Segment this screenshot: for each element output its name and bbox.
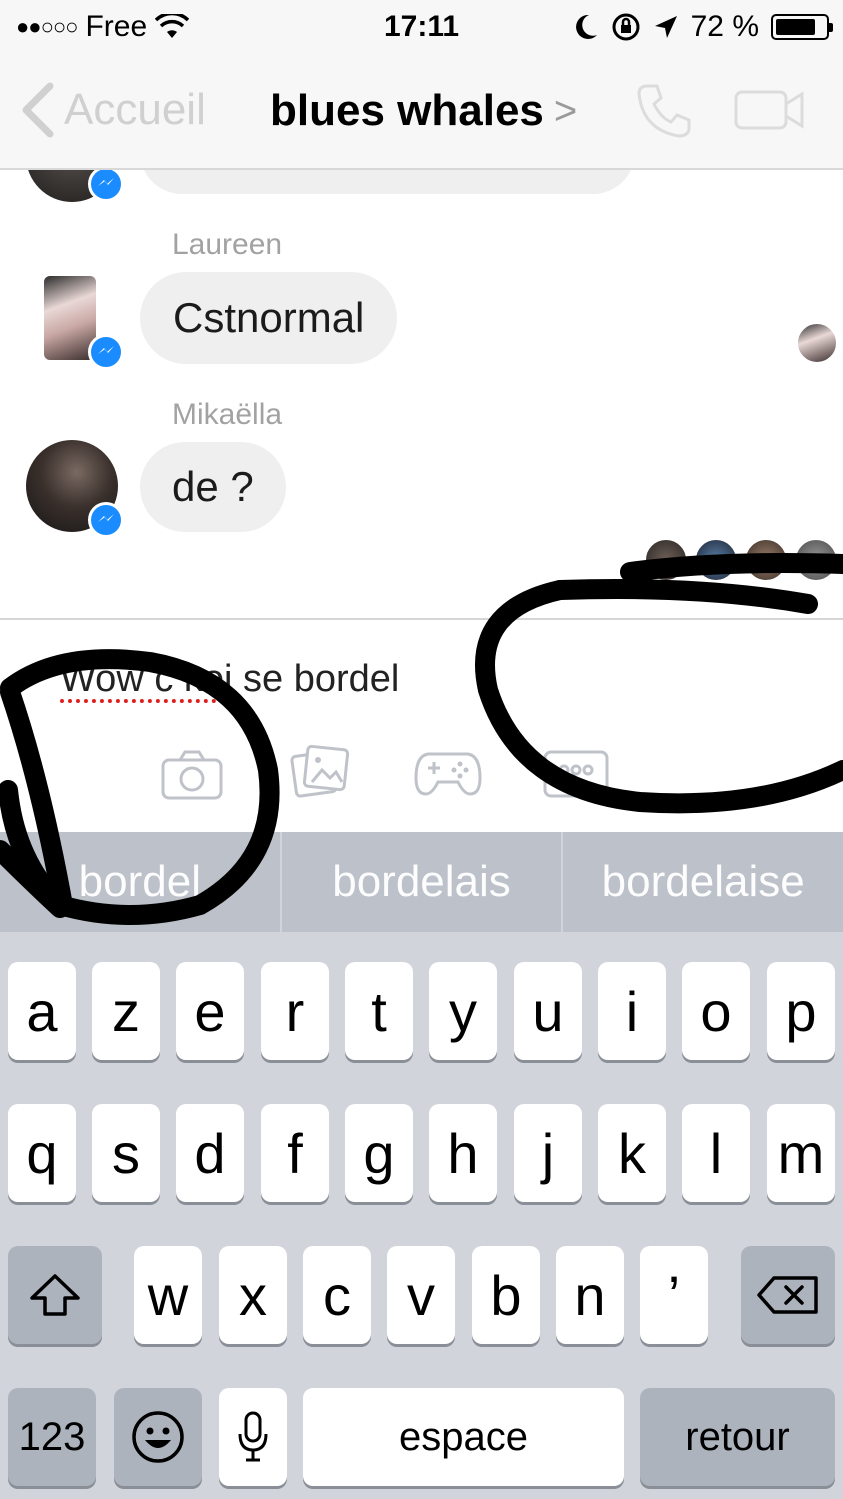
battery-percentage: 72 % xyxy=(690,10,759,43)
key-c[interactable]: c xyxy=(303,1246,371,1344)
video-camera-icon[interactable] xyxy=(734,88,806,132)
return-key[interactable]: retour xyxy=(640,1388,835,1486)
misspelled-text: Wow c koi xyxy=(60,658,233,700)
messenger-badge-icon xyxy=(88,334,124,370)
message-bubble[interactable]: Cstnormal xyxy=(140,272,398,364)
sender-name: Laureen xyxy=(172,228,283,261)
key-apostrophe[interactable]: ’ xyxy=(640,1246,708,1344)
key-j[interactable]: j xyxy=(514,1104,582,1202)
message-bubble[interactable]: de ? xyxy=(140,442,286,532)
backspace-icon xyxy=(757,1276,818,1314)
messenger-badge-icon xyxy=(88,170,124,202)
key-e[interactable]: e xyxy=(176,962,244,1060)
rotation-lock-icon xyxy=(612,13,640,41)
key-h[interactable]: h xyxy=(429,1104,497,1202)
key-z[interactable]: z xyxy=(92,962,160,1060)
input-text: se bordel xyxy=(232,658,400,700)
key-u[interactable]: u xyxy=(514,962,582,1060)
key-y[interactable]: y xyxy=(429,962,497,1060)
read-receipt-avatar xyxy=(796,322,838,364)
location-arrow-icon xyxy=(654,16,677,38)
more-icon[interactable] xyxy=(542,748,610,800)
chevron-right-icon: > xyxy=(553,88,578,133)
suggestion-bordelais[interactable]: bordelais xyxy=(282,832,564,932)
message-composer[interactable]: Wow c koi se bordel xyxy=(0,618,843,832)
read-receipt-avatar xyxy=(794,538,838,582)
messenger-badge-icon xyxy=(88,502,124,538)
read-receipt-avatar xyxy=(694,538,738,582)
key-o[interactable]: o xyxy=(682,962,750,1060)
microphone-icon xyxy=(238,1411,268,1462)
message-text: Cstnormal xyxy=(173,294,365,341)
autocorrect-bar: bordel bordelais bordelaise xyxy=(0,832,843,932)
battery-icon xyxy=(771,14,833,40)
key-k[interactable]: k xyxy=(598,1104,666,1202)
key-t[interactable]: t xyxy=(345,962,413,1060)
key-l[interactable]: l xyxy=(682,1104,750,1202)
read-receipt-avatar xyxy=(644,538,688,582)
key-q[interactable]: q xyxy=(8,1104,76,1202)
key-b[interactable]: b xyxy=(472,1246,540,1344)
moon-icon xyxy=(575,14,597,39)
conversation-title-button[interactable]: blues whales > xyxy=(270,86,577,136)
key-x[interactable]: x xyxy=(219,1246,287,1344)
backspace-key[interactable] xyxy=(741,1246,835,1344)
message-bubble-partial[interactable] xyxy=(140,170,635,194)
key-a[interactable]: a xyxy=(8,962,76,1060)
key-m[interactable]: m xyxy=(767,1104,835,1202)
dictation-key[interactable] xyxy=(219,1388,287,1486)
conversation-title: blues whales xyxy=(270,86,544,135)
message-thread[interactable]: Laureen Cstnormal Mikaëlla de ? xyxy=(0,170,843,618)
message-input[interactable]: Wow c koi se bordel xyxy=(60,658,399,701)
key-r[interactable]: r xyxy=(261,962,329,1060)
chevron-left-icon xyxy=(22,82,54,138)
space-key[interactable]: espace xyxy=(303,1388,624,1486)
key-f[interactable]: f xyxy=(261,1104,329,1202)
message-text: de ? xyxy=(172,463,254,510)
shift-arrow-icon xyxy=(30,1274,80,1316)
read-receipt-avatar xyxy=(744,538,788,582)
key-w[interactable]: w xyxy=(134,1246,202,1344)
top-bar: ●●○○○ Free 17:11 72 % Accueil blues whal… xyxy=(0,0,843,170)
sender-name: Mikaëlla xyxy=(172,398,283,431)
suggestion-bordelaise[interactable]: bordelaise xyxy=(563,832,843,932)
key-d[interactable]: d xyxy=(176,1104,244,1202)
game-controller-icon[interactable] xyxy=(414,748,482,798)
status-bar: ●●○○○ Free 17:11 72 % xyxy=(0,0,843,56)
emoji-key[interactable] xyxy=(114,1388,202,1486)
camera-icon[interactable] xyxy=(160,748,224,802)
key-p[interactable]: p xyxy=(767,962,835,1060)
suggestion-bordel[interactable]: bordel xyxy=(0,832,282,932)
key-i[interactable]: i xyxy=(598,962,666,1060)
key-s[interactable]: s xyxy=(92,1104,160,1202)
key-v[interactable]: v xyxy=(387,1246,455,1344)
shift-key[interactable] xyxy=(8,1246,102,1344)
smiley-icon xyxy=(132,1411,184,1463)
numbers-key[interactable]: 123 xyxy=(8,1388,96,1486)
key-n[interactable]: n xyxy=(556,1246,624,1344)
navigation-bar: Accueil blues whales > xyxy=(0,62,843,162)
back-label: Accueil xyxy=(64,85,206,134)
gallery-icon[interactable] xyxy=(290,744,352,800)
phone-icon[interactable] xyxy=(633,80,693,140)
keyboard: bordel bordelais bordelaise a z e r t y … xyxy=(0,832,843,1499)
key-g[interactable]: g xyxy=(345,1104,413,1202)
back-button[interactable]: Accueil xyxy=(20,82,206,138)
